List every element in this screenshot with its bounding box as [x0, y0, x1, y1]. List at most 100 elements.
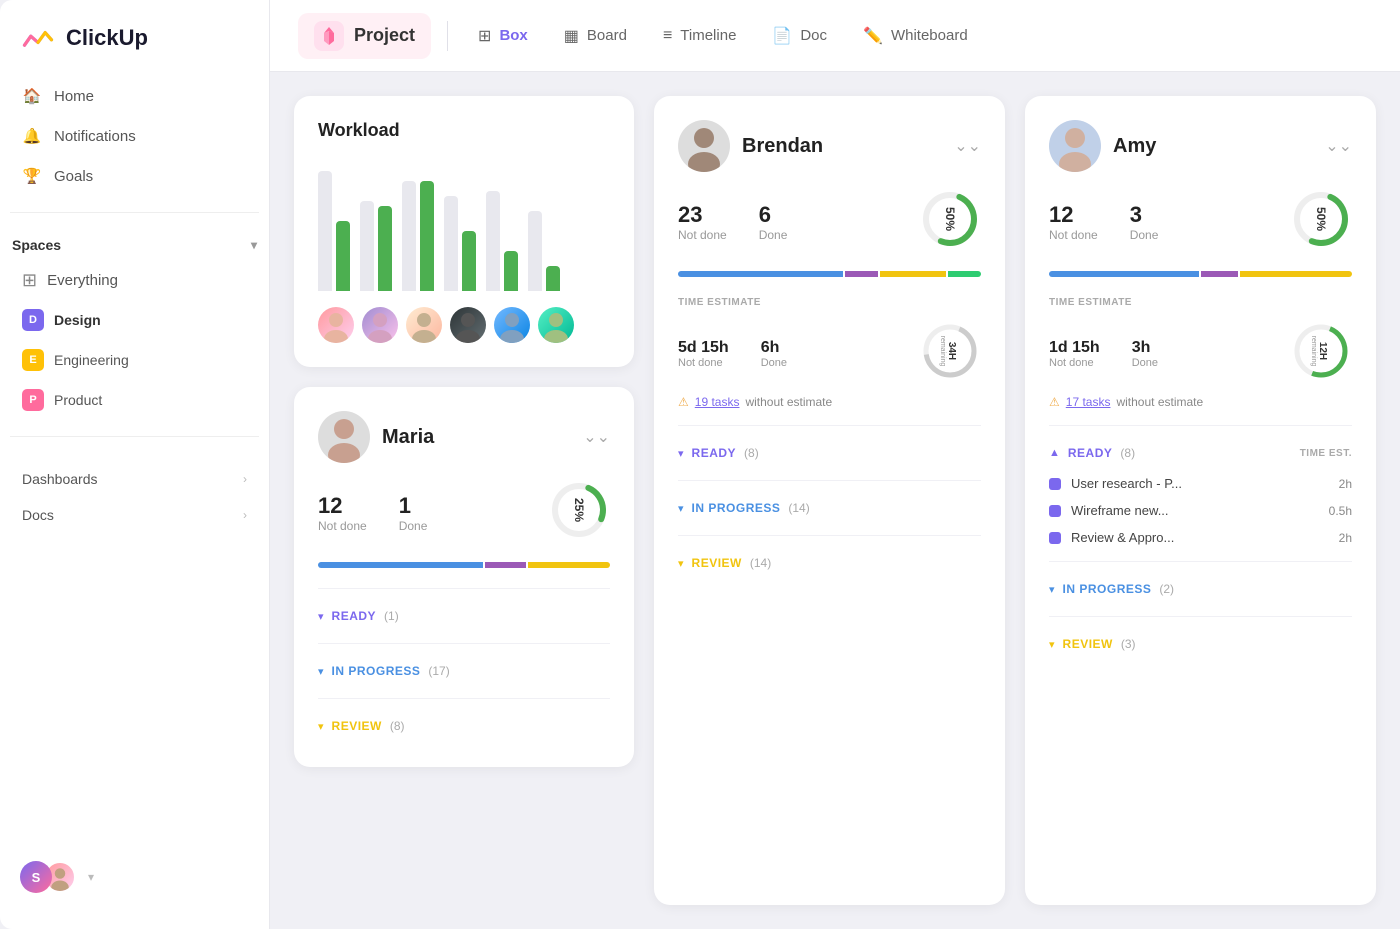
product-badge: P [22, 389, 44, 411]
bar-group-3 [402, 181, 434, 291]
workload-avatar-6 [538, 307, 574, 343]
svg-text:remaining: remaining [1310, 336, 1317, 367]
brendan-column: Brendan ⌄⌄ 23 Not done 6 Done [654, 96, 1005, 905]
amy-warning-suffix: without estimate [1116, 395, 1203, 409]
task-row-1[interactable]: User research - P... 2h [1049, 470, 1352, 497]
brendan-pb-blue [678, 271, 843, 277]
bar-gray-4 [444, 196, 458, 291]
amy-status-review[interactable]: ▾ REVIEW (3) [1049, 627, 1352, 661]
amy-not-done: 12 Not done [1049, 202, 1098, 242]
whiteboard-icon: ✏️ [863, 26, 883, 46]
brendan-divider-1 [678, 425, 981, 426]
amy-pb-blue [1049, 271, 1199, 277]
task-time-3: 2h [1339, 531, 1352, 545]
ready-chevron-icon: ▾ [318, 610, 324, 623]
bar-green-5 [504, 251, 518, 291]
nav-home-label: Home [54, 88, 94, 105]
maria-status-review[interactable]: ▾ REVIEW (8) [318, 709, 610, 743]
maria-status-ready[interactable]: ▾ READY (1) [318, 599, 610, 633]
task-name-2: Wireframe new... [1071, 503, 1319, 518]
project-tab[interactable]: Project [298, 13, 431, 59]
tab-board[interactable]: ▦ Board [550, 18, 641, 54]
task-row-2[interactable]: Wireframe new... 0.5h [1049, 497, 1352, 524]
bar-gray-2 [360, 201, 374, 291]
brendan-info: Brendan [678, 120, 823, 172]
brendan-ready-label: READY [692, 446, 737, 460]
brendan-review-chevron-icon: ▾ [678, 557, 684, 570]
bar-group-2 [360, 201, 392, 291]
amy-warning-link[interactable]: 17 tasks [1066, 395, 1111, 409]
bar-green-6 [546, 266, 560, 291]
brendan-remaining-donut: 34H remaining [919, 320, 981, 387]
maria-status-progress[interactable]: ▾ IN PROGRESS (17) [318, 654, 610, 688]
amy-divider-3 [1049, 616, 1352, 617]
design-label: Design [54, 312, 101, 328]
sidebar-item-design[interactable]: D Design [10, 300, 259, 340]
brendan-time-row: 5d 15h Not done 6h Done 34H remaining [678, 320, 981, 387]
workload-avatar-4 [450, 307, 486, 343]
brendan-divider-3 [678, 535, 981, 536]
brendan-chevron-icon[interactable]: ⌄⌄ [954, 136, 981, 156]
amy-status-ready[interactable]: ▲ READY (8) TIME EST. [1049, 436, 1352, 470]
brendan-name: Brendan [742, 135, 823, 158]
brendan-warning: ⚠ 19 tasks without estimate [678, 395, 981, 409]
amy-done: 3 Done [1130, 202, 1159, 242]
bar-gray-1 [318, 171, 332, 291]
amy-donut: 50% [1290, 188, 1352, 255]
brendan-status-ready[interactable]: ▾ READY (8) [678, 436, 981, 470]
amy-progress-count: (2) [1159, 582, 1174, 596]
brendan-progress-label: IN PROGRESS [692, 501, 781, 515]
amy-card: Amy ⌄⌄ 12 Not done 3 Done [1025, 96, 1376, 905]
amy-name: Amy [1113, 135, 1156, 158]
clickup-logo-icon [20, 20, 56, 56]
amy-progress-bar [1049, 271, 1352, 277]
docs-item[interactable]: Docs › [10, 497, 259, 533]
brendan-card: Brendan ⌄⌄ 23 Not done 6 Done [654, 96, 1005, 905]
brendan-time-not-done: 5d 15h Not done [678, 339, 729, 369]
nav-home[interactable]: 🏠 Home [10, 76, 259, 116]
brendan-status-progress[interactable]: ▾ IN PROGRESS (14) [678, 491, 981, 525]
brendan-avatar [678, 120, 730, 172]
task-row-3[interactable]: Review & Appro... 2h [1049, 524, 1352, 551]
bell-icon: 🔔 [22, 126, 42, 146]
engineering-badge: E [22, 349, 44, 371]
task-dot-2 [1049, 505, 1061, 517]
tab-box[interactable]: ⊞ Box [464, 18, 542, 54]
review-chevron-icon: ▾ [318, 720, 324, 733]
tab-doc[interactable]: 📄 Doc [758, 18, 841, 54]
svg-text:34H: 34H [946, 342, 957, 360]
tab-whiteboard[interactable]: ✏️ Whiteboard [849, 18, 982, 54]
brendan-status-review[interactable]: ▾ REVIEW (14) [678, 546, 981, 580]
user-expand-icon[interactable]: ▾ [88, 870, 94, 884]
maria-chevron-icon[interactable]: ⌄⌄ [583, 427, 610, 447]
nav-goals[interactable]: 🏆 Goals [10, 156, 259, 196]
pb-purple [485, 562, 526, 568]
nav-notifications[interactable]: 🔔 Notifications [10, 116, 259, 156]
task-time-2: 0.5h [1329, 504, 1352, 518]
brendan-pb-green [948, 271, 981, 277]
amy-chevron-icon[interactable]: ⌄⌄ [1325, 136, 1352, 156]
brendan-done: 6 Done [759, 202, 788, 242]
warning-icon: ⚠ [678, 395, 689, 409]
user-avatars: S [20, 861, 76, 893]
amy-status-progress[interactable]: ▾ IN PROGRESS (2) [1049, 572, 1352, 606]
user-avatar-s[interactable]: S [20, 861, 52, 893]
amy-time-estimate-label: TIME ESTIMATE [1049, 297, 1352, 308]
engineering-label: Engineering [54, 352, 129, 368]
brendan-progress-count: (14) [788, 501, 809, 515]
maria-stats: 12 Not done 1 Done 25% [318, 479, 610, 546]
sidebar-item-product[interactable]: P Product [10, 380, 259, 420]
sidebar-item-engineering[interactable]: E Engineering [10, 340, 259, 380]
amy-column: Amy ⌄⌄ 12 Not done 3 Done [1025, 96, 1376, 905]
amy-ready-count: (8) [1120, 446, 1135, 460]
sidebar-item-everything[interactable]: ⊞ Everything [10, 261, 259, 300]
dashboards-item[interactable]: Dashboards › [10, 461, 259, 497]
board-icon: ▦ [564, 26, 579, 46]
maria-progress-count: (17) [428, 664, 449, 678]
maria-ready-count: (1) [384, 609, 399, 623]
bar-green-3 [420, 181, 434, 291]
tab-timeline[interactable]: ≡ Timeline [649, 19, 750, 53]
trophy-icon: 🏆 [22, 166, 42, 186]
brendan-warning-link[interactable]: 19 tasks [695, 395, 740, 409]
spaces-section-header[interactable]: Spaces ▾ [0, 229, 269, 261]
